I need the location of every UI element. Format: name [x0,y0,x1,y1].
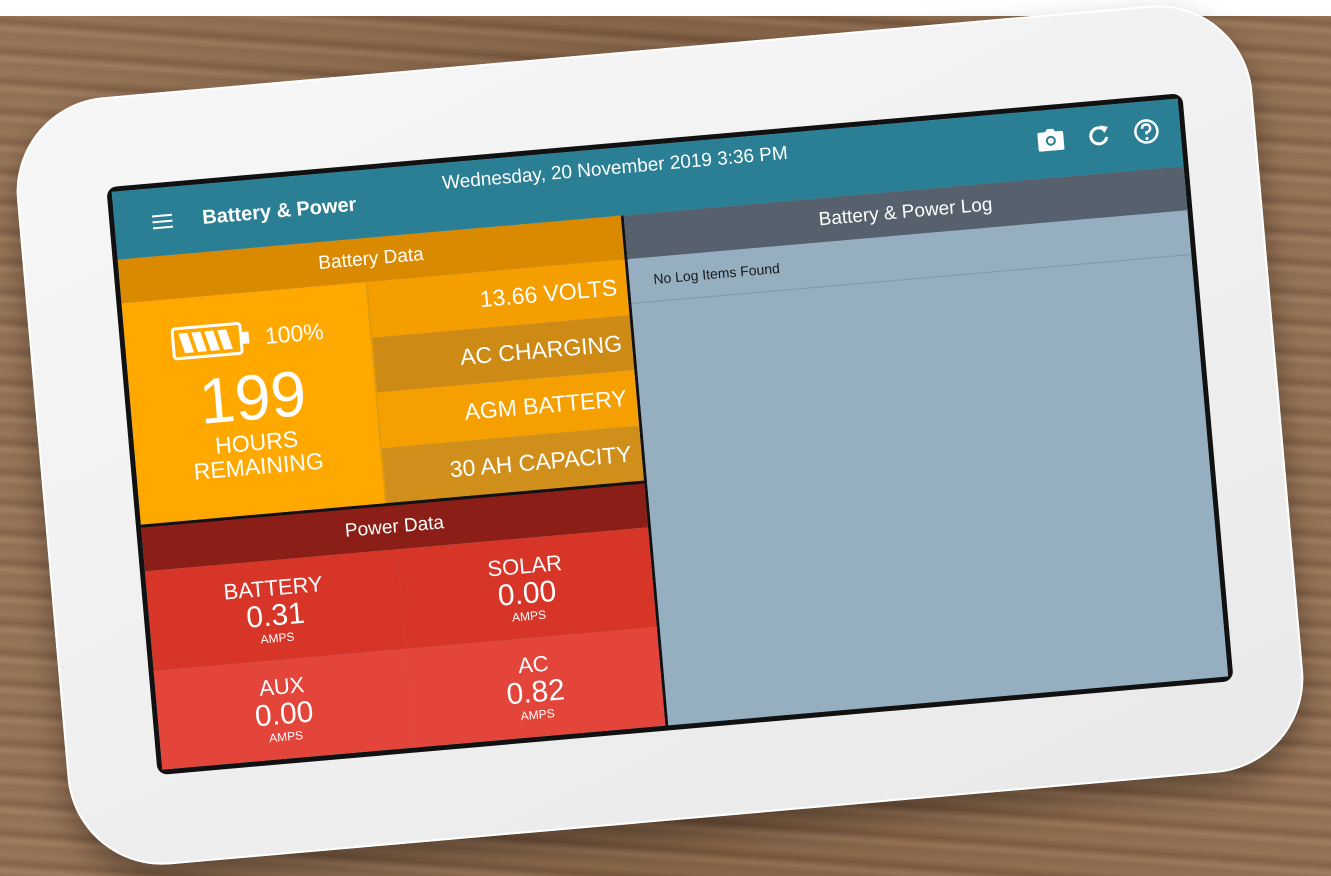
refresh-icon[interactable] [1081,118,1116,153]
aux-amps-cell: AUX 0.00 AMPS [153,648,414,770]
cell-value: 0.31 [244,596,307,635]
app-screen: Battery & Power Wednesday, 20 November 2… [111,98,1229,770]
camera-icon[interactable] [1033,122,1068,157]
battery-percent: 100% [263,317,325,349]
ac-amps-cell: AC 0.82 AMPS [405,626,666,748]
left-panel: Battery Data 100% 199 HOURS REMAINING 13… [117,215,669,770]
content-area: Battery Data 100% 199 HOURS REMAINING 13… [117,166,1229,770]
battery-stats: 13.66 VOLTS AC CHARGING AGM BATTERY 30 A… [365,259,644,504]
cell-unit: AMPS [268,728,304,746]
tablet-device: Battery & Power Wednesday, 20 November 2… [8,0,1312,873]
date-time: Wednesday, 20 November 2019 3:36 PM [441,142,789,194]
battery-level-row: 100% [170,314,325,361]
battery-icon [170,321,250,361]
cell-value: 0.00 [496,574,558,613]
battery-summary: 100% 199 HOURS REMAINING [121,282,385,525]
cell-unit: AMPS [511,607,547,625]
tablet-bezel: Battery & Power Wednesday, 20 November 2… [106,93,1234,776]
help-icon[interactable] [1129,114,1164,149]
log-panel: Battery & Power Log No Log Items Found [623,166,1229,726]
app-title: Battery & Power [201,193,358,229]
app-bar-actions [1033,114,1163,157]
cell-value: 0.82 [505,673,567,712]
hours-remaining-label: HOURS REMAINING [191,425,325,485]
cell-value: 0.00 [253,695,315,734]
cell-unit: AMPS [259,629,296,647]
menu-icon[interactable] [151,213,174,230]
hours-remaining-value: 199 [196,356,309,438]
power-data-grid: BATTERY 0.31 AMPS SOLAR 0.00 AMPS AUX 0.… [144,527,666,770]
cell-unit: AMPS [520,706,556,724]
battery-data-panel: 100% 199 HOURS REMAINING 13.66 VOLTS AC … [121,259,644,525]
